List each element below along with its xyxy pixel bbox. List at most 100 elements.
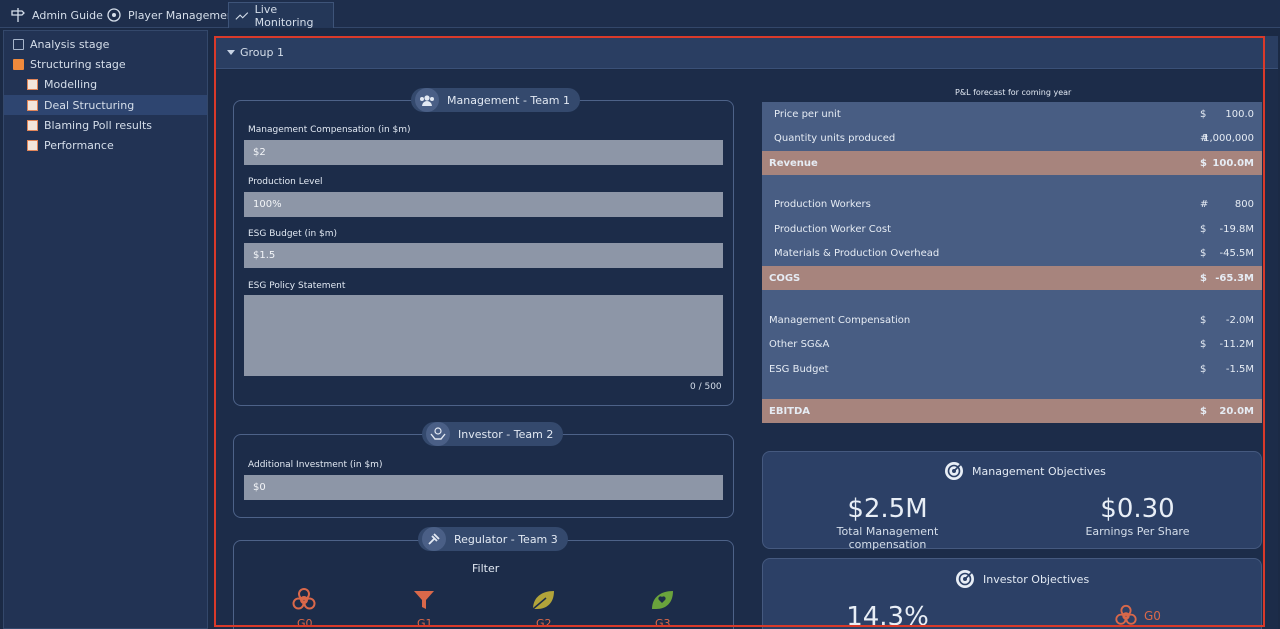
sidebar-item-deal-structuring[interactable]: Deal Structuring [4, 95, 207, 115]
row-label: Revenue [769, 157, 818, 169]
row-value: -65.3M [1215, 272, 1254, 284]
management-title: Management - Team 1 [447, 93, 570, 107]
row-value: 800 [1234, 198, 1254, 210]
tab-admin-guide[interactable]: Admin Guide [4, 2, 109, 28]
compensation-input[interactable]: $2 [244, 140, 723, 165]
row-label: Management Compensation [769, 314, 911, 326]
investor-return-value: 14.3% [846, 602, 929, 629]
regulator-title: Regulator - Team 3 [454, 532, 558, 546]
management-objectives-title: Management Objectives [972, 464, 1106, 478]
row-label: Production Workers [774, 198, 871, 210]
row-label: Quantity units produced [774, 132, 896, 144]
row-label: ESG Budget [769, 363, 829, 375]
sidebar-tree: Analysis stage Structuring stage Modelli… [3, 30, 208, 629]
additional-investment-label: Additional Investment (in $m) [248, 460, 383, 470]
row-label: Production Worker Cost [774, 223, 892, 235]
eps-value: $0.30 [1100, 494, 1175, 524]
total-compensation-label: Total Management compensation [836, 525, 939, 551]
row-unit: $ [1200, 314, 1207, 326]
sidebar-item-modelling[interactable]: Modelling [27, 74, 207, 94]
tab-player-management-label: Player Management [128, 8, 239, 22]
filter-icon[interactable] [409, 585, 439, 615]
sidebar-item-performance[interactable]: Performance [27, 135, 207, 155]
sidebar-item-label: Blaming Poll results [44, 118, 152, 132]
table-row: Production Workers # 800 [762, 192, 1262, 216]
row-unit: $ [1200, 157, 1207, 169]
esg-policy-label: ESG Policy Statement [248, 281, 346, 291]
row-label: Other SG&A [769, 338, 830, 350]
production-level-input[interactable]: 100% [244, 192, 723, 217]
row-value: -11.2M [1219, 338, 1254, 350]
production-level-label: Production Level [248, 177, 323, 187]
total-compensation-value: $2.5M [847, 494, 928, 524]
table-row: Materials & Production Overhead $ -45.5M [762, 241, 1262, 265]
investor-badge: G0 [1114, 604, 1161, 628]
hands-coin-icon [426, 422, 450, 446]
row-value: 20.0M [1219, 405, 1254, 417]
biohazard-icon[interactable] [289, 585, 319, 615]
row-unit: # [1200, 198, 1209, 210]
row-unit: $ [1200, 108, 1207, 120]
filter-g1-label: G1 [417, 617, 433, 629]
investor-badge-label: G0 [1144, 609, 1161, 623]
folder-open-icon [13, 58, 24, 70]
row-value: -19.8M [1219, 223, 1254, 235]
additional-investment-input[interactable]: $0 [244, 475, 723, 500]
player-icon [107, 8, 121, 22]
investor-title-pill: Investor - Team 2 [422, 422, 564, 446]
esg-budget-input[interactable]: $1.5 [244, 243, 723, 268]
table-row: Quantity units produced # 1,000,000 [762, 126, 1262, 150]
row-unit: $ [1200, 247, 1207, 259]
row-value: -2.0M [1225, 314, 1254, 326]
row-unit: $ [1200, 272, 1207, 284]
sidebar-item-label: Structuring stage [30, 57, 126, 71]
table-row-revenue: Revenue $ 100.0M [762, 151, 1262, 175]
tab-player-management[interactable]: Player Management [100, 2, 244, 28]
table-row: Production Worker Cost $ -19.8M [762, 217, 1262, 241]
esg-budget-label: ESG Budget (in $m) [248, 229, 338, 239]
management-objectives-header: Management Objectives [944, 461, 1106, 481]
table-row: ESG Budget $ -1.5M [762, 357, 1262, 381]
row-label: Materials & Production Overhead [774, 247, 940, 259]
table-row: Other SG&A $ -11.2M [762, 332, 1262, 356]
table-row: Management Compensation $ -2.0M [762, 308, 1262, 332]
page-icon [27, 139, 38, 151]
pl-table: Price per unit $ 100.0 Quantity units pr… [762, 102, 1262, 423]
biohazard-icon [1115, 604, 1137, 625]
management-title-pill: Management - Team 1 [411, 88, 580, 112]
gavel-icon [422, 527, 446, 551]
sidebar-item-analysis-stage[interactable]: Analysis stage [13, 34, 203, 54]
sidebar-item-label: Performance [44, 138, 114, 152]
caret-down-icon [227, 49, 235, 55]
signpost-icon [11, 8, 25, 22]
row-value: -1.5M [1225, 363, 1254, 375]
monitor-icon [235, 11, 249, 20]
row-unit: $ [1200, 223, 1207, 235]
pl-title: P&L forecast for coming year [955, 88, 1072, 97]
tab-admin-guide-label: Admin Guide [32, 8, 103, 22]
filter-g2-label: G2 [536, 617, 552, 629]
page-icon [27, 119, 38, 131]
sidebar-item-structuring-stage[interactable]: Structuring stage [13, 54, 203, 74]
tab-live-monitoring[interactable]: Live Monitoring [228, 2, 334, 29]
team-group-icon [415, 88, 439, 112]
esg-policy-textarea[interactable] [244, 295, 723, 376]
leaf-icon[interactable] [528, 585, 558, 615]
page-icon [27, 99, 38, 111]
filter-g3-label: G3 [655, 617, 671, 629]
folder-closed-icon [13, 38, 24, 50]
filter-label: Filter [472, 562, 500, 575]
investor-objectives-title: Investor Objectives [983, 572, 1090, 586]
regulator-title-pill: Regulator - Team 3 [418, 527, 568, 551]
target-icon [956, 570, 974, 588]
row-label: EBITDA [769, 405, 811, 417]
investor-objectives-header: Investor Objectives [955, 569, 1089, 589]
row-label: COGS [769, 272, 801, 284]
sidebar-item-blaming-poll-results[interactable]: Blaming Poll results [27, 115, 207, 135]
row-value: 1,000,000 [1203, 132, 1254, 144]
row-value: 100.0M [1212, 157, 1254, 169]
group-header[interactable]: Group 1 [215, 36, 1278, 69]
row-value: 100.0 [1225, 108, 1254, 120]
sidebar-item-label: Modelling [44, 77, 98, 91]
leaf-heart-icon[interactable] [647, 585, 677, 615]
